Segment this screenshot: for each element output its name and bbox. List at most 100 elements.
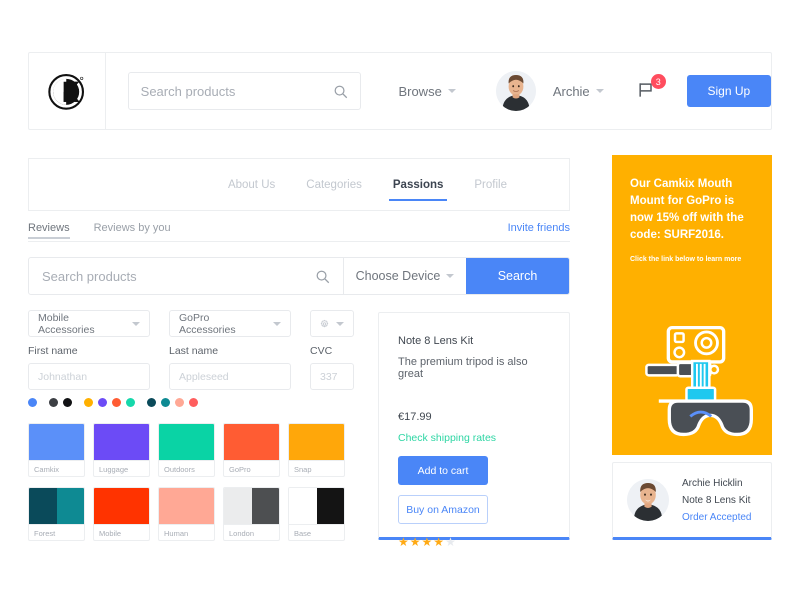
search-icon[interactable]: [333, 84, 348, 99]
color-swatch-luggage[interactable]: Luggage: [93, 423, 150, 477]
color-dot-coral[interactable]: [189, 398, 198, 407]
tab-profile[interactable]: Profile: [474, 158, 507, 211]
swatch-name-label: Base: [289, 524, 344, 540]
color-dot-dark-gray[interactable]: [49, 398, 58, 407]
add-to-cart-button[interactable]: Add to cart: [398, 456, 488, 485]
color-dot-mint[interactable]: [126, 398, 135, 407]
swatch-name-label: Human: [159, 524, 214, 540]
color-swatch-base[interactable]: Base: [288, 487, 345, 541]
gopro-mouth-mount-icon: [645, 325, 753, 437]
browse-label: Browse: [398, 83, 442, 99]
notifications-flag[interactable]: 3: [636, 74, 666, 102]
notification-badge: 3: [650, 74, 666, 89]
category-select-mobile-accessories[interactable]: Mobile Accessories: [28, 310, 150, 337]
swatch-color-chip: [289, 488, 344, 524]
chevron-down-icon: [273, 321, 281, 326]
review-text: Archie Hicklin Note 8 Lens Kit Order Acc…: [682, 478, 751, 523]
review-card: Archie Hicklin Note 8 Lens Kit Order Acc…: [612, 462, 772, 540]
star-icon[interactable]: ★: [410, 535, 421, 549]
subtab-reviews-by-you[interactable]: Reviews by you: [94, 222, 171, 239]
filters-row: Mobile Accessories GoPro Accessories: [28, 310, 354, 337]
swatch-color-block: [29, 488, 57, 524]
choose-device-dropdown[interactable]: Choose Device: [344, 258, 466, 294]
swatch-color-chip: [159, 424, 214, 460]
product-rating[interactable]: ★ ★ ★ ★ ★: [398, 535, 550, 549]
check-shipping-rates-link[interactable]: Check shipping rates: [398, 432, 550, 444]
search-button[interactable]: Search: [466, 258, 569, 294]
swatch-color-chip: [29, 424, 84, 460]
color-swatch-camkix[interactable]: Camkix: [28, 423, 85, 477]
category-select-gopro-accessories[interactable]: GoPro Accessories: [169, 310, 291, 337]
chevron-down-icon: [446, 274, 455, 278]
star-icon[interactable]: ★: [422, 535, 433, 549]
header-search-box[interactable]: Search products: [127, 72, 362, 110]
color-dot-violet[interactable]: [98, 398, 107, 407]
checkout-form-row: First name Johnathan Last name Appleseed…: [28, 345, 354, 390]
chevron-down-icon: [447, 89, 456, 93]
review-product: Note 8 Lens Kit: [682, 494, 751, 506]
user-name-label: Archie: [552, 83, 590, 99]
sign-up-button[interactable]: Sign Up: [686, 75, 771, 107]
user-menu[interactable]: Archie: [553, 84, 604, 99]
header-search-input[interactable]: Search products: [141, 84, 334, 99]
tab-passions[interactable]: Passions: [388, 158, 447, 211]
swatch-color-chip: [159, 488, 214, 524]
swatch-color-block: [316, 488, 344, 524]
swatch-color-block: [224, 488, 252, 524]
last-name-field-group: Last name Appleseed: [169, 345, 291, 390]
promo-banner[interactable]: Our Camkix Mouth Mount for GoPro is now …: [612, 155, 772, 455]
subtab-reviews[interactable]: Reviews: [28, 222, 70, 239]
color-swatch-london[interactable]: London: [223, 487, 280, 541]
category-select-label: GoPro Accessories: [179, 311, 236, 336]
swatch-name-label: Forest: [29, 524, 84, 540]
first-name-input[interactable]: Johnathan: [28, 363, 150, 390]
last-name-label: Last name: [169, 345, 219, 357]
gear-icon[interactable]: [320, 317, 329, 331]
star-icon[interactable]: ★: [398, 535, 409, 549]
avatar[interactable]: [495, 71, 536, 111]
color-swatch-snap[interactable]: Snap: [288, 423, 345, 477]
browse-menu[interactable]: Browse: [398, 83, 456, 99]
invite-friends-link[interactable]: Invite friends: [508, 222, 570, 239]
swatch-name-label: GoPro: [224, 460, 279, 476]
buy-on-amazon-button[interactable]: Buy on Amazon: [398, 495, 488, 524]
cvc-input[interactable]: 337: [310, 363, 354, 390]
color-swatch-human[interactable]: Human: [158, 487, 215, 541]
color-dot-orange-red[interactable]: [112, 398, 121, 407]
product-search-field[interactable]: Search products: [29, 258, 344, 294]
swatch-color-chip: [29, 488, 84, 524]
logo-cell[interactable]: [29, 53, 106, 129]
color-dot-black[interactable]: [63, 398, 72, 407]
settings-dropdown[interactable]: [310, 310, 354, 337]
tab-categories[interactable]: Categories: [306, 158, 362, 211]
category-select-label: Mobile Accessories: [38, 311, 95, 336]
swatch-color-block: [289, 488, 317, 524]
first-name-field-group: First name Johnathan: [28, 345, 150, 390]
color-dot-amber[interactable]: [84, 398, 93, 407]
color-swatch-mobile[interactable]: Mobile: [93, 487, 150, 541]
promo-subtext: Click the link below to learn more: [630, 256, 742, 263]
choose-device-label: Choose Device: [355, 269, 441, 283]
product-search-input[interactable]: Search products: [42, 269, 315, 284]
star-icon[interactable]: ★: [433, 535, 444, 549]
avatar-image: [495, 71, 536, 111]
product-search-bar: Search products Choose Device Search: [28, 257, 570, 295]
order-status-link[interactable]: Order Accepted: [682, 512, 751, 523]
tab-about-us[interactable]: About Us: [228, 158, 275, 211]
swatch-name-label: Outdoors: [159, 460, 214, 476]
color-dot-teal[interactable]: [161, 398, 170, 407]
star-icon[interactable]: ★: [445, 535, 456, 549]
color-dot-salmon[interactable]: [175, 398, 184, 407]
swatch-color-chip: [224, 488, 279, 524]
promo-headline: Our Camkix Mouth Mount for GoPro is now …: [630, 178, 744, 241]
color-swatch-outdoors[interactable]: Outdoors: [158, 423, 215, 477]
color-swatch-gopro[interactable]: GoPro: [223, 423, 280, 477]
chevron-down-icon: [595, 89, 604, 93]
color-dot-deep-teal[interactable]: [147, 398, 156, 407]
camkix-logo-icon[interactable]: [46, 70, 88, 112]
search-icon[interactable]: [315, 269, 330, 284]
color-dot-blue[interactable]: [28, 398, 37, 407]
swatch-color-block: [159, 424, 214, 460]
color-swatch-forest[interactable]: Forest: [28, 487, 85, 541]
last-name-input[interactable]: Appleseed: [169, 363, 291, 390]
